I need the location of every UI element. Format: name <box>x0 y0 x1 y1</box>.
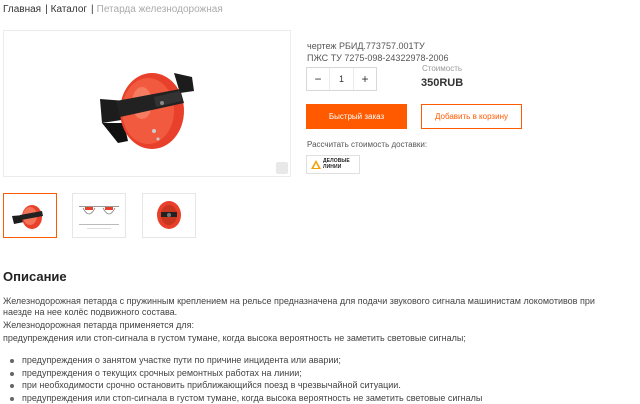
delivery-logo-text: ДЕЛОВЫЕ ЛИНИИ <box>323 158 350 170</box>
breadcrumb-current: Петарда железнодорожная <box>96 4 223 15</box>
price-label: Стоимость <box>422 64 463 73</box>
petard-illustration <box>100 73 194 149</box>
breadcrumb-separator: | <box>45 4 48 15</box>
spec-drawing-number: чертеж РБИД.773757.001ТУ <box>307 41 425 51</box>
schematic-thumbnail-icon <box>79 206 119 229</box>
price-value: 350RUB <box>421 77 464 89</box>
product-main-image[interactable] <box>3 30 291 177</box>
quantity-stepper: − + <box>306 67 377 91</box>
list-item: предупреждения или стоп-сигнала в густом… <box>10 392 482 404</box>
breadcrumb-catalog-link[interactable]: Каталог <box>51 4 87 15</box>
delovye-linii-logo-icon <box>311 160 321 169</box>
thumbnail-schematic[interactable] <box>72 193 126 238</box>
delivery-calc-label: Рассчитать стоимость доставки: <box>307 140 428 149</box>
petard-side-thumbnail-icon <box>157 201 181 229</box>
petard-thumbnail-icon <box>12 205 43 229</box>
spec-standard: ПЖС ТУ 7275-098-24322978-2006 <box>307 53 449 63</box>
usage-list: предупреждения о занятом участке пути по… <box>10 354 482 404</box>
description-text: Железнодорожная петарда применяется для: <box>3 320 194 330</box>
thumbnail-photo-side[interactable] <box>142 193 196 238</box>
description-text: предупреждения или стоп-сигнала в густом… <box>3 333 466 343</box>
breadcrumb-separator: | <box>91 4 94 15</box>
breadcrumb: Главная | Каталог | Петарда железнодорожная <box>3 4 223 15</box>
thumbnail-photo-front[interactable] <box>3 193 57 238</box>
quantity-decrease-button[interactable]: − <box>307 68 329 90</box>
quantity-input[interactable] <box>329 68 354 90</box>
add-to-cart-button[interactable]: Добавить в корзину <box>421 104 522 129</box>
list-item: при необходимости срочно остановить приб… <box>10 379 482 392</box>
description-text: наезде на нее колёс подвижного состава. <box>3 307 178 317</box>
quantity-increase-button[interactable]: + <box>354 68 376 90</box>
description-text: Железнодорожная петарда с пружинным креп… <box>3 296 595 306</box>
zoom-icon[interactable] <box>276 162 288 174</box>
delivery-company-logo[interactable]: ДЕЛОВЫЕ ЛИНИИ <box>306 155 360 174</box>
breadcrumb-home-link[interactable]: Главная <box>3 4 41 15</box>
list-item: предупреждения о текущих срочных ремонтн… <box>10 367 482 380</box>
description-title: Описание <box>3 269 67 284</box>
list-item: предупреждения о занятом участке пути по… <box>10 354 482 367</box>
quick-order-button[interactable]: Быстрый заказ <box>306 104 407 129</box>
